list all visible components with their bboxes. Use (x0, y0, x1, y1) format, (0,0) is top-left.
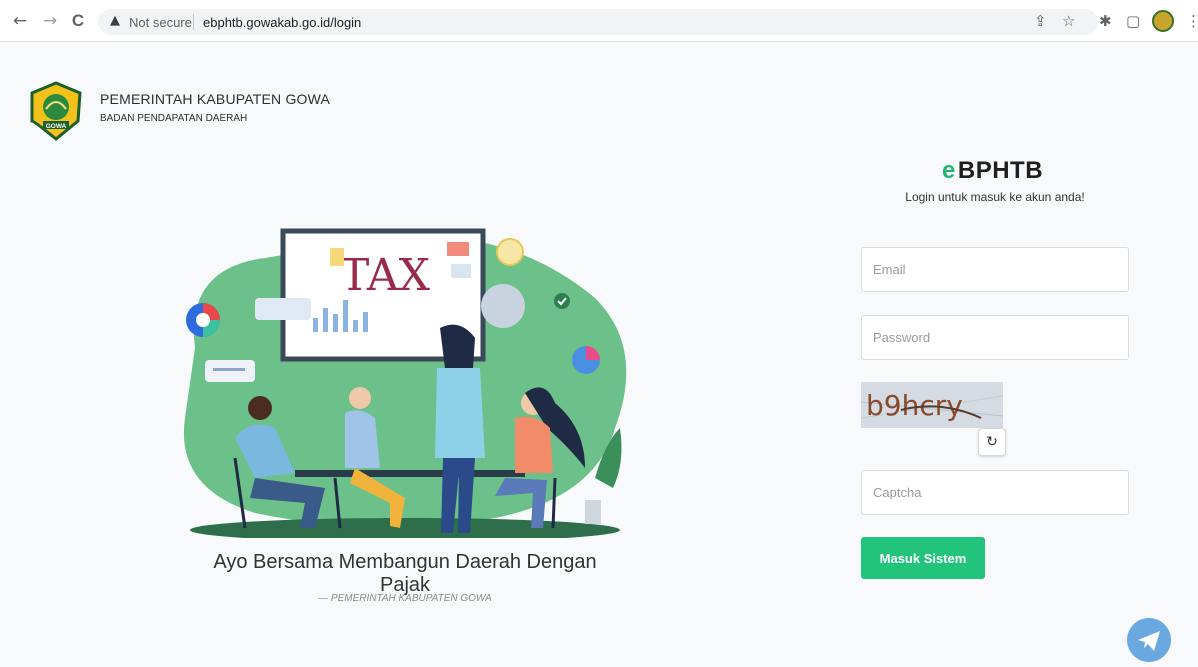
star-icon[interactable]: ☆ (1062, 11, 1075, 31)
doc-card-blue (451, 264, 471, 278)
floor-shadow (190, 518, 620, 538)
submit-button[interactable]: Masuk Sistem (861, 537, 985, 579)
login-page: GOWA PEMERINTAH KABUPATEN GOWA BADAN PEN… (0, 43, 1198, 662)
telegram-button[interactable] (1127, 618, 1171, 662)
captcha-text: b9hcry (866, 389, 963, 422)
org-name: PEMERINTAH KABUPATEN GOWA (100, 91, 331, 107)
check-icon (554, 293, 570, 309)
captcha-graphic: b9hcry (861, 389, 1003, 422)
org-subtitle: BADAN PENDAPATAN DAERAH (100, 113, 248, 124)
back-button[interactable]: ← (10, 11, 30, 31)
email-field[interactable] (861, 247, 1129, 292)
sidepanel-icon[interactable]: ▢ (1126, 11, 1140, 31)
plant-pot (585, 500, 601, 524)
login-subtitle: Login untuk masuk ke akun anda! (905, 190, 1085, 204)
url-text[interactable]: ebphtb.gowakab.go.id/login (203, 15, 361, 30)
refresh-icon: ↻ (986, 434, 998, 450)
hero-tagline: Ayo Bersama Membangun Daerah Dengan Paja… (213, 551, 597, 596)
doc-card-red (447, 242, 469, 256)
reload-button[interactable]: C (68, 11, 88, 31)
meeting-table (295, 470, 525, 477)
chat-bubble-top (255, 298, 311, 320)
menu-icon[interactable]: ⋮ (1186, 11, 1198, 31)
captcha-field[interactable] (861, 470, 1129, 515)
forward-button[interactable]: → (40, 11, 60, 31)
extensions-icon[interactable]: ✱ (1099, 11, 1112, 31)
captcha-image: b9hcry (861, 382, 1003, 428)
team-illustration: TAX (183, 228, 627, 538)
logo-text: GOWA (46, 123, 67, 130)
gear-shape (481, 284, 525, 328)
brand-icon: e (942, 157, 956, 184)
brand-title: eBPHTB (942, 157, 1043, 185)
refresh-captcha-button[interactable]: ↻ (978, 428, 1006, 456)
security-status[interactable]: Not secure (129, 15, 192, 30)
lightbulb-icon (496, 238, 524, 266)
hero-attribution: — PEMERINTAH KABUPATEN GOWA (318, 593, 492, 604)
telegram-icon (1138, 631, 1160, 651)
profile-avatar[interactable] (1152, 10, 1174, 32)
sticky-note (330, 248, 344, 266)
password-field[interactable] (861, 315, 1129, 360)
share-icon[interactable]: ⇪ (1034, 11, 1047, 31)
address-separator (193, 14, 194, 30)
browser-toolbar: ← → C ▲ Not secure ebphtb.gowakab.go.id/… (0, 0, 1198, 42)
warning-icon[interactable]: ▲ (110, 13, 120, 28)
gowa-logo: GOWA (30, 81, 82, 141)
board-tax-label: TAX (340, 250, 431, 301)
brand-name: BPHTB (957, 157, 1044, 184)
address-bar[interactable]: ▲ Not secure ebphtb.gowakab.go.id/login (98, 9, 1098, 35)
